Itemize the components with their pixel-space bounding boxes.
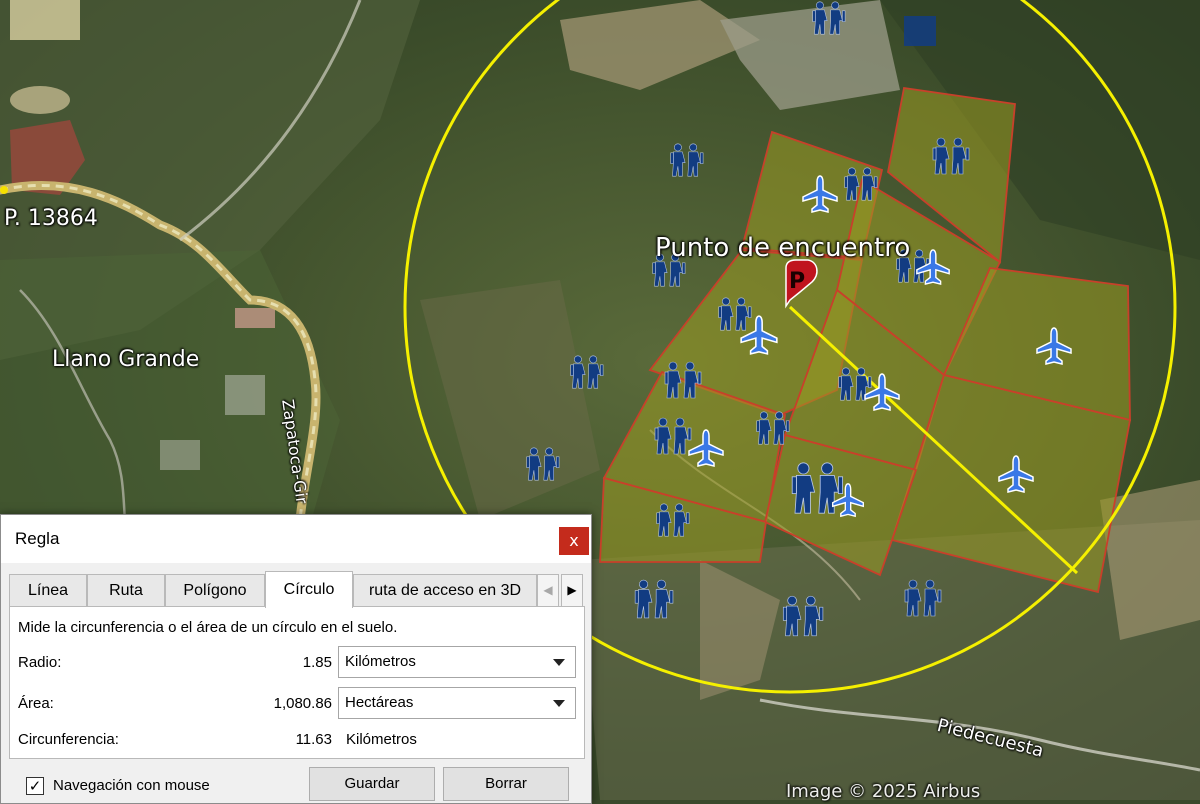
ruler-dialog: Regla x Línea Ruta Polígono Círculo ruta… [0,514,592,804]
tab-ruta-3d[interactable]: ruta de acceso en 3D [353,574,537,607]
mouse-navigation-label: Navegación con mouse [53,777,210,794]
ruler-tabs: Línea Ruta Polígono Círculo ruta de acce… [9,571,585,608]
dialog-title: Regla [15,529,60,548]
radius-value: 1.85 [302,654,332,671]
circumference-value: 11.63 [295,731,332,748]
circle-panel: Mide la circunferencia o el área de un c… [9,606,585,759]
tab-scroll-right-icon[interactable]: ▶ [561,574,583,607]
circumference-unit: Kilómetros [346,731,417,748]
mouse-navigation-checkbox[interactable]: ✓ [26,777,44,795]
circumference-label: Circunferencia: [18,731,119,748]
area-value: 1,080.86 [273,695,332,712]
area-unit-value: Hectáreas [345,694,414,711]
save-button[interactable]: Guardar [309,767,435,801]
tab-poligono[interactable]: Polígono [165,574,265,607]
tab-scroll-left-icon[interactable]: ◀ [537,574,559,607]
tab-linea[interactable]: Línea [9,574,87,607]
dialog-titlebar[interactable]: Regla x [1,515,591,563]
radius-label: Radio: [18,654,62,671]
delete-button[interactable]: Borrar [443,767,569,801]
close-icon[interactable]: x [559,527,589,555]
tab-ruta[interactable]: Ruta [87,574,165,607]
placemark-letter: P [789,269,805,294]
radius-unit-select[interactable]: Kilómetros [338,646,576,678]
chevron-down-icon [553,700,565,707]
tab-circulo[interactable]: Círculo [265,571,353,608]
chevron-down-icon [553,659,565,666]
circle-description: Mide la circunferencia o el área de un c… [18,619,398,636]
radius-unit-value: Kilómetros [345,653,416,670]
area-label: Área: [18,695,54,712]
area-unit-select[interactable]: Hectáreas [338,687,576,719]
